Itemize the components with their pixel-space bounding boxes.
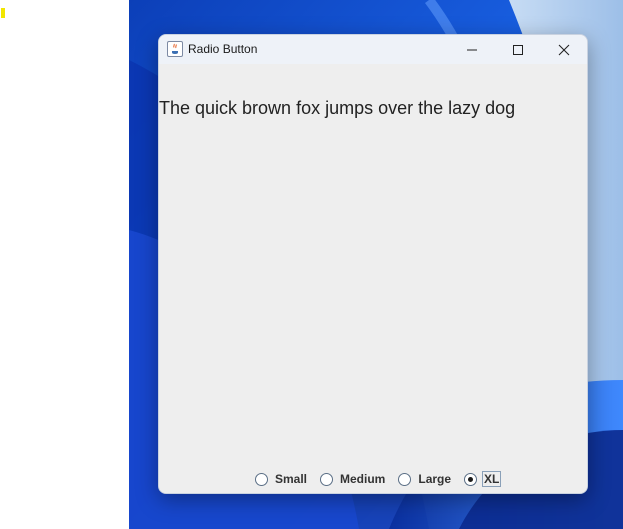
title-bar[interactable]: Radio Button (159, 35, 587, 64)
minimize-icon (467, 49, 477, 50)
app-window: Radio Button The quick brown fox jumps o… (158, 34, 588, 494)
close-button[interactable] (541, 35, 587, 64)
minimize-button[interactable] (449, 35, 495, 64)
close-icon (558, 44, 570, 55)
maximize-button[interactable] (495, 35, 541, 64)
radio-label-small[interactable]: Small (274, 472, 308, 486)
content-panel: The quick brown fox jumps over the lazy … (159, 64, 587, 493)
maximize-icon (513, 44, 523, 55)
size-radio-group: Small Medium Large XL (255, 469, 513, 489)
radio-button-small[interactable] (255, 472, 268, 486)
window-title: Radio Button (188, 42, 258, 56)
yellow-marker (1, 8, 5, 18)
desktop-left-area (0, 0, 129, 529)
java-cup-icon (167, 41, 183, 57)
radio-xl[interactable]: XL (464, 471, 502, 487)
radio-button-large[interactable] (398, 472, 412, 486)
radio-button-xl[interactable] (464, 472, 478, 486)
radio-medium[interactable]: Medium (320, 472, 386, 486)
radio-button-medium[interactable] (320, 472, 334, 486)
radio-label-large[interactable]: Large (417, 472, 452, 486)
sample-text: The quick brown fox jumps over the lazy … (159, 98, 516, 118)
radio-large[interactable]: Large (398, 472, 452, 486)
radio-small[interactable]: Small (255, 472, 308, 486)
radio-label-xl[interactable]: XL (482, 471, 502, 487)
radio-label-medium[interactable]: Medium (339, 472, 386, 486)
